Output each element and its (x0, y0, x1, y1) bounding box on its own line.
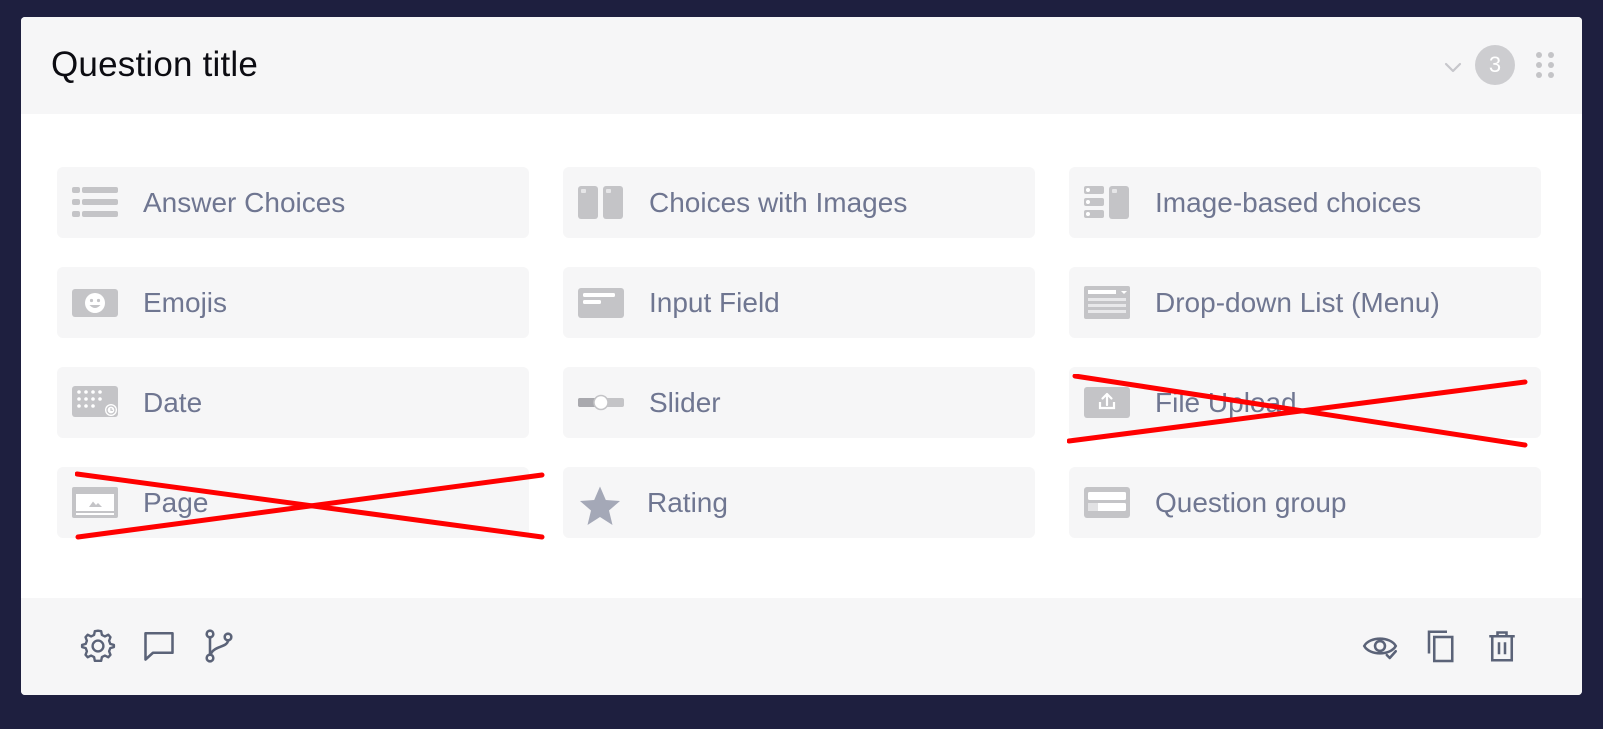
option-label: Image-based choices (1155, 187, 1422, 218)
question-header: Question title 3 (21, 17, 1582, 114)
page-icon (72, 487, 118, 518)
image-based-choices-icon (1084, 186, 1129, 219)
option-choices-with-images[interactable]: Choices with Images (563, 167, 1035, 238)
star-icon (580, 486, 620, 525)
option-label: File Upload (1155, 387, 1297, 418)
branch-logic-icon[interactable] (201, 628, 237, 664)
option-slider[interactable]: Slider (563, 367, 1035, 438)
slider-icon (578, 394, 624, 411)
option-label: Question group (1155, 487, 1347, 518)
date-icon (72, 386, 118, 417)
option-label: Answer Choices (143, 187, 346, 218)
settings-gear-icon[interactable] (80, 628, 116, 664)
option-label: Drop-down List (Menu) (1155, 287, 1440, 318)
emoji-icon (72, 289, 118, 317)
option-label: Choices with Images (649, 187, 908, 218)
option-file-upload[interactable]: File Upload (1069, 367, 1541, 438)
option-answer-choices[interactable]: Answer Choices (57, 167, 529, 238)
delete-trash-icon[interactable] (1484, 628, 1520, 664)
option-page[interactable]: Page (57, 467, 529, 538)
option-label: Rating (647, 487, 728, 518)
question-card: Question title 3 Answer Choices Choices … (21, 17, 1582, 695)
file-upload-icon (1084, 387, 1130, 418)
visibility-eye-icon[interactable] (1362, 628, 1398, 664)
question-toolbar (21, 598, 1582, 695)
comment-icon[interactable] (141, 628, 177, 664)
question-group-icon (1084, 487, 1130, 518)
option-date[interactable]: Date (57, 367, 529, 438)
option-label: Page (143, 487, 209, 518)
answer-choices-icon (72, 187, 118, 217)
option-label: Emojis (143, 287, 228, 318)
duplicate-icon[interactable] (1423, 628, 1459, 664)
question-number-badge: 3 (1475, 45, 1515, 85)
option-label: Input Field (649, 287, 780, 318)
option-input-field[interactable]: Input Field (563, 267, 1035, 338)
choices-with-images-icon (578, 186, 623, 219)
option-image-based-choices[interactable]: Image-based choices (1069, 167, 1541, 238)
option-rating[interactable]: Rating (563, 467, 1035, 538)
option-question-group[interactable]: Question group (1069, 467, 1541, 538)
question-title[interactable]: Question title (51, 45, 258, 85)
input-field-icon (578, 288, 624, 318)
chevron-down-icon[interactable] (1441, 55, 1465, 79)
drag-handle-icon[interactable] (1533, 50, 1557, 80)
dropdown-list-icon (1084, 286, 1130, 319)
option-label: Slider (649, 387, 721, 418)
option-label: Date (143, 387, 203, 418)
option-emojis[interactable]: Emojis (57, 267, 529, 338)
option-dropdown-list[interactable]: Drop-down List (Menu) (1069, 267, 1541, 338)
